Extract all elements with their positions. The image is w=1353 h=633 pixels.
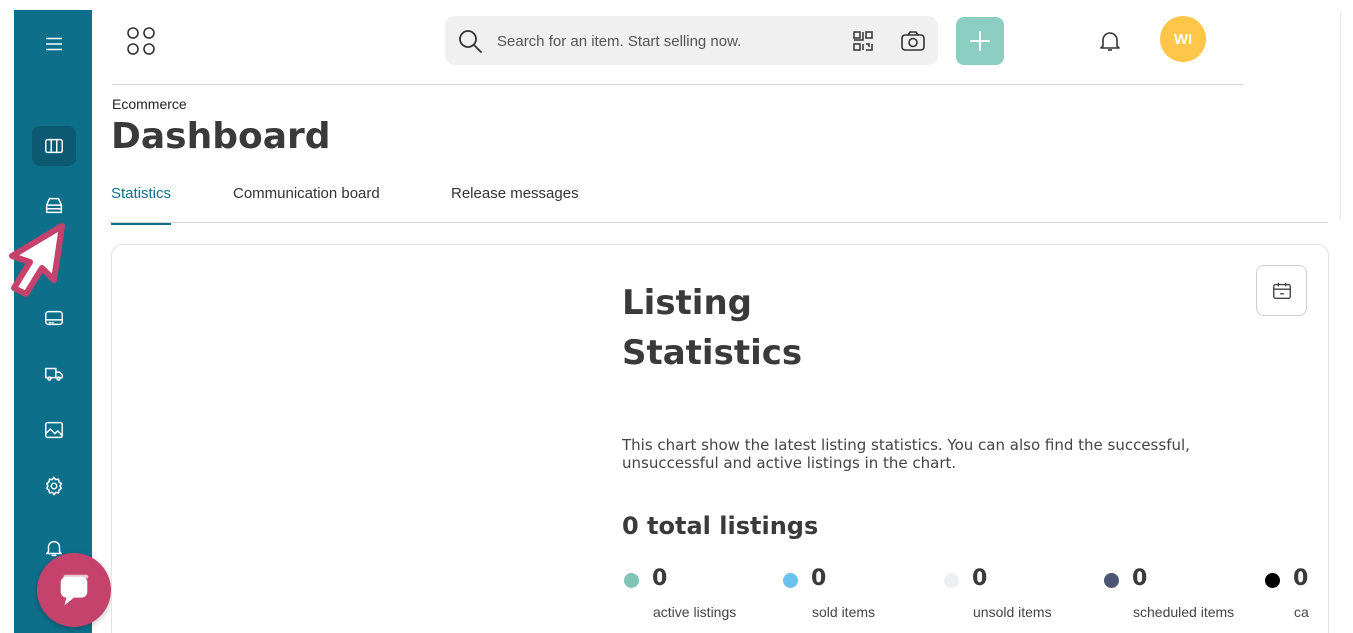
stat-value: 0 bbox=[1132, 566, 1148, 591]
sidebar bbox=[14, 10, 92, 633]
stat-value: 0 bbox=[1293, 566, 1309, 591]
tabs-divider bbox=[110, 222, 1328, 223]
stat-value: 0 bbox=[972, 566, 988, 591]
shipping-truck-icon[interactable] bbox=[32, 354, 76, 394]
tab-label: Communication board bbox=[233, 185, 380, 202]
tab-release-messages[interactable]: Release messages bbox=[451, 185, 579, 223]
card-title-line-1: Listing bbox=[622, 283, 753, 323]
date-range-button[interactable] bbox=[1256, 265, 1307, 316]
tab-statistics[interactable]: Statistics bbox=[111, 185, 172, 225]
stat-label: ca bbox=[1294, 604, 1309, 620]
tab-label: Statistics bbox=[111, 185, 172, 202]
menu-icon[interactable] bbox=[32, 24, 76, 64]
search-bar bbox=[445, 16, 938, 65]
card-description: This chart show the latest listing stati… bbox=[622, 436, 1190, 472]
apps-grid-icon[interactable] bbox=[126, 26, 156, 56]
stat-value: 0 bbox=[652, 566, 668, 591]
page-title: Dashboard bbox=[111, 116, 331, 157]
tab-label: Release messages bbox=[451, 185, 579, 202]
stat-label: sold items bbox=[812, 604, 876, 620]
legend-dot bbox=[944, 573, 959, 588]
legend-dot bbox=[1265, 573, 1280, 588]
card-title-line-2: Statistics bbox=[622, 333, 803, 373]
pointer-cursor-icon bbox=[9, 223, 65, 297]
user-avatar[interactable]: WI bbox=[1160, 16, 1206, 62]
total-listings: 0 total listings bbox=[622, 512, 819, 540]
plus-icon bbox=[970, 31, 990, 51]
card-title: Listing Statistics bbox=[622, 278, 882, 378]
stat-value: 0 bbox=[811, 566, 827, 591]
payment-card-icon[interactable] bbox=[32, 298, 76, 338]
camera-icon[interactable] bbox=[900, 29, 926, 53]
stat-label: unsold items bbox=[973, 604, 1052, 620]
topbar-divider bbox=[112, 84, 1244, 85]
legend-dot bbox=[783, 573, 798, 588]
panel-edge bbox=[1340, 10, 1353, 220]
qr-code-icon[interactable] bbox=[852, 30, 874, 52]
breadcrumb: Ecommerce bbox=[112, 96, 187, 112]
dashboard-columns-icon[interactable] bbox=[32, 126, 76, 166]
stat-label: scheduled items bbox=[1133, 604, 1235, 620]
search-input[interactable] bbox=[497, 28, 797, 54]
legend-dot bbox=[1104, 573, 1119, 588]
calendar-icon bbox=[1272, 282, 1291, 299]
add-listing-button[interactable] bbox=[956, 17, 1004, 65]
search-icon[interactable] bbox=[457, 28, 483, 54]
image-icon[interactable] bbox=[32, 410, 76, 450]
legend-dot bbox=[624, 573, 639, 588]
stat-label: active listings bbox=[653, 604, 737, 620]
notification-bell-icon[interactable] bbox=[1098, 28, 1122, 54]
chat-support-button[interactable] bbox=[37, 553, 111, 627]
settings-gear-icon[interactable] bbox=[32, 466, 76, 506]
chat-bubble-icon bbox=[60, 574, 89, 606]
tab-communication-board[interactable]: Communication board bbox=[233, 185, 380, 223]
